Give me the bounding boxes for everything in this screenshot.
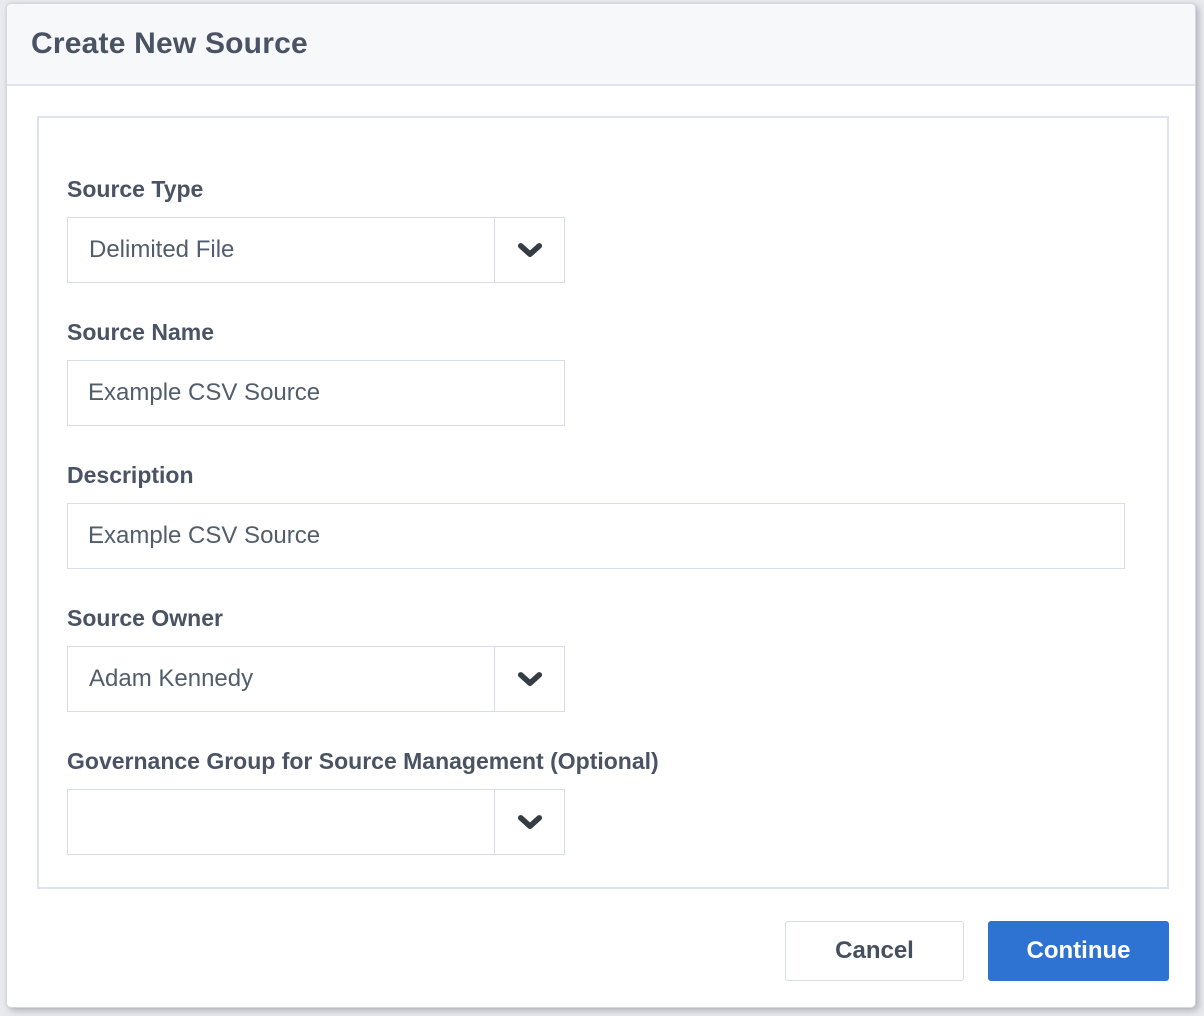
dialog-header: Create New Source [7, 4, 1195, 86]
source-type-label: Source Type [67, 176, 1139, 203]
source-owner-label: Source Owner [67, 605, 1139, 632]
description-label: Description [67, 462, 1139, 489]
dialog-title: Create New Source [31, 27, 308, 61]
source-owner-field: Source Owner Adam Kennedy [67, 605, 1139, 712]
source-name-label: Source Name [67, 319, 1139, 346]
continue-button[interactable]: Continue [988, 921, 1169, 981]
dialog-footer: Cancel Continue [7, 889, 1195, 1009]
description-input[interactable] [67, 503, 1125, 569]
source-owner-value: Adam Kennedy [68, 647, 494, 711]
governance-group-toggle[interactable] [494, 790, 564, 854]
source-type-toggle[interactable] [494, 218, 564, 282]
governance-group-label: Governance Group for Source Management (… [67, 748, 1139, 775]
source-type-value: Delimited File [68, 218, 494, 282]
form-panel: Source Type Delimited File Source Name [37, 116, 1169, 889]
source-type-field: Source Type Delimited File [67, 176, 1139, 283]
chevron-down-icon [517, 814, 543, 831]
source-name-input[interactable] [67, 360, 565, 426]
description-field: Description [67, 462, 1139, 569]
source-type-select[interactable]: Delimited File [67, 217, 565, 283]
source-owner-toggle[interactable] [494, 647, 564, 711]
dialog-body: Source Type Delimited File Source Name [7, 86, 1195, 889]
cancel-button[interactable]: Cancel [785, 921, 964, 981]
create-new-source-dialog: Create New Source Source Type Delimited … [6, 3, 1196, 1008]
source-name-field: Source Name [67, 319, 1139, 426]
governance-group-value [68, 790, 494, 854]
chevron-down-icon [517, 242, 543, 259]
chevron-down-icon [517, 671, 543, 688]
governance-group-field: Governance Group for Source Management (… [67, 748, 1139, 855]
source-owner-select[interactable]: Adam Kennedy [67, 646, 565, 712]
governance-group-select[interactable] [67, 789, 565, 855]
